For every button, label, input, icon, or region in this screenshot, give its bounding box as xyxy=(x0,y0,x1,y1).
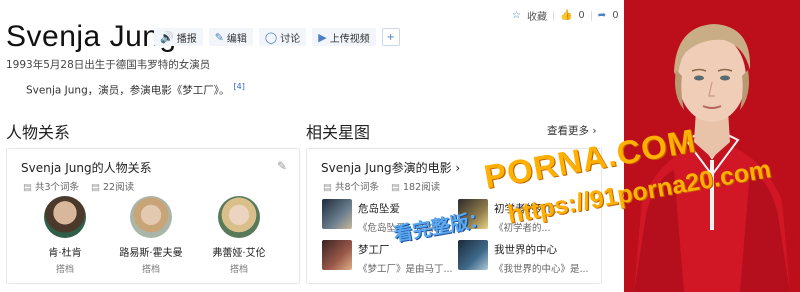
broadcast-button[interactable]: 🔊 播报 xyxy=(154,28,203,46)
stars-section-title: 相关星图 xyxy=(306,123,371,142)
relations-section-title: 人物关系 xyxy=(6,123,71,142)
movie-poster xyxy=(322,199,352,229)
top-right-actions: ☆ 收藏 👍 0 ➦ 0 xyxy=(512,8,619,23)
reads-icon: ▤ xyxy=(391,182,401,193)
description: Svenja Jung，演员，参演电影《梦工厂》。 [4] xyxy=(26,82,245,98)
share-icon[interactable]: ➦ xyxy=(598,10,606,21)
reads-count: 182阅读 xyxy=(403,182,441,193)
person-name: 肯·杜肯 xyxy=(48,248,82,259)
star-icon[interactable]: ☆ xyxy=(512,10,521,21)
speaker-icon: 🔊 xyxy=(160,30,174,44)
person-role: 搭档 xyxy=(229,265,248,275)
add-button[interactable]: + xyxy=(381,28,400,46)
avatar xyxy=(218,196,260,238)
reads-count: 22阅读 xyxy=(103,182,135,193)
person-role: 搭档 xyxy=(141,265,160,275)
person-role: 搭档 xyxy=(55,265,74,275)
movie-item[interactable]: 我世界的中心 《我世界的中心》是... xyxy=(458,240,589,275)
upload-video-label: 上传视频 xyxy=(329,33,370,45)
discuss-icon: ◯ xyxy=(264,30,278,44)
reads-icon: ▤ xyxy=(91,182,101,193)
share-count: 0 xyxy=(612,10,619,21)
person-item[interactable]: 弗蕾娅·艾伦 搭档 xyxy=(204,196,274,275)
edit-pen-icon[interactable]: ✎ xyxy=(277,159,287,173)
broadcast-label: 播报 xyxy=(176,33,197,45)
description-text: Svenja Jung，演员，参演电影《梦工厂》。 xyxy=(26,84,230,97)
movies-card-title-text: Svenja Jung参演的电影 xyxy=(321,161,452,175)
person-item[interactable]: 路易斯·霍夫曼 搭档 xyxy=(116,196,186,275)
page-title: Svenja Jung xyxy=(6,20,177,53)
chevron-right-icon: › xyxy=(592,125,597,137)
person-item[interactable]: 肯·杜肯 搭档 xyxy=(30,196,100,275)
divider xyxy=(552,10,554,21)
movie-summary: 《我世界的中心》是... xyxy=(494,264,589,275)
relations-meta: ▤ 共3个词条 ▤ 22阅读 xyxy=(23,179,134,193)
edit-button[interactable]: ✎ 编辑 xyxy=(208,28,253,46)
like-count: 0 xyxy=(578,10,585,21)
view-more-label: 查看更多 xyxy=(547,125,589,137)
thumbs-up-icon[interactable]: 👍 xyxy=(560,10,572,21)
entries-count: 共8个词条 xyxy=(334,182,380,193)
plus-icon: + xyxy=(386,31,395,43)
action-bar: 🔊 播报 ✎ 编辑 ◯ 讨论 ▶ 上传视频 + xyxy=(154,28,400,46)
movies-meta: ▤ 共8个词条 ▤ 182阅读 xyxy=(323,179,440,193)
movie-poster xyxy=(458,240,488,270)
collect-label[interactable]: 收藏 xyxy=(527,8,547,23)
video-icon: ▶ xyxy=(318,30,327,44)
discuss-button[interactable]: ◯ 讨论 xyxy=(258,28,307,46)
upload-video-button[interactable]: ▶ 上传视频 xyxy=(312,28,376,46)
person-name: 弗蕾娅·艾伦 xyxy=(212,248,266,259)
avatar xyxy=(44,196,86,238)
movie-name: 我世界的中心 xyxy=(494,244,557,256)
divider xyxy=(590,10,592,21)
view-more-link[interactable]: 查看更多 › xyxy=(547,123,597,138)
edit-icon: ✎ xyxy=(214,30,224,44)
movie-item[interactable]: 梦工厂 《梦工厂》是由马丁... xyxy=(322,240,453,275)
movie-poster xyxy=(322,240,352,270)
person-name: 路易斯·霍夫曼 xyxy=(119,248,183,259)
document-icon: ▤ xyxy=(323,182,332,193)
chevron-right-icon: › xyxy=(455,161,461,175)
movie-summary: 《梦工厂》是由马丁... xyxy=(358,264,453,275)
entries-count: 共3个词条 xyxy=(34,182,80,193)
document-icon: ▤ xyxy=(23,182,32,193)
reference-link[interactable]: [4] xyxy=(234,82,245,91)
avatar xyxy=(130,196,172,238)
relations-card-title[interactable]: Svenja Jung的人物关系 xyxy=(21,159,152,176)
subtitle: 1993年5月28日出生于德国韦罗特的女演员 xyxy=(6,59,211,71)
edit-label: 编辑 xyxy=(226,33,247,45)
movies-card-title[interactable]: Svenja Jung参演的电影 › xyxy=(321,159,460,176)
discuss-label: 讨论 xyxy=(280,33,301,45)
